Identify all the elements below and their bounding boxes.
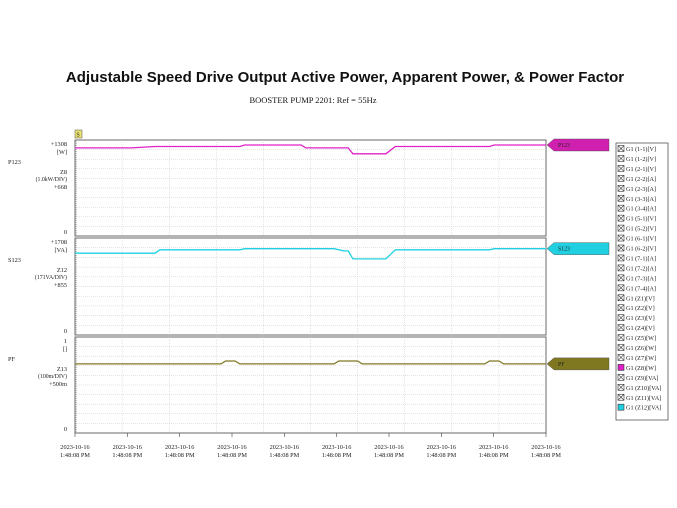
legend-item-label: G1 (3-3)[A] — [626, 196, 656, 203]
y-max-label: 1 — [64, 338, 67, 345]
legend-item-label: G1 (7-1)[A] — [626, 255, 656, 262]
y-axis-name: Z8 — [60, 169, 67, 176]
x-tick-time: 1:48:08 PM — [165, 452, 195, 459]
legend-item-label: G1 (6-1)[V] — [626, 236, 656, 243]
x-tick-time: 1:48:08 PM — [217, 452, 247, 459]
legend-item-label: G1 (5-1)[V] — [626, 216, 656, 223]
legend-item-label: G1 (Z12)[VA] — [626, 405, 661, 412]
y-axis-name: Z12 — [57, 267, 67, 274]
x-tick-time: 1:48:08 PM — [269, 452, 299, 459]
y-zero-label: 0 — [64, 229, 67, 236]
series-name-label: P123 — [8, 159, 21, 166]
chart-subtitle: BOOSTER PUMP 2201: Ref = 55Hz — [249, 95, 376, 105]
legend-item-label: G1 (Z4)[V] — [626, 325, 655, 332]
legend-item-label: G1 (Z2)[V] — [626, 305, 655, 312]
legend-item-label: G1 (1-1)[V] — [626, 146, 656, 153]
channel-legend[interactable]: G1 (1-1)[V] G1 (1-2)[V] G1 (2-1)[V] G1 (2-2… — [615, 142, 669, 421]
x-tick-date: 2023-10-16 — [374, 444, 403, 451]
y-unit-label: [W] — [57, 149, 67, 156]
legend-checkbox[interactable] — [617, 364, 625, 371]
x-tick-time: 1:48:08 PM — [479, 452, 509, 459]
y-zero-label: 0 — [64, 426, 67, 433]
x-tick-date: 2023-10-16 — [427, 444, 456, 451]
legend-item-label: G1 (Z11)[VA] — [626, 395, 661, 402]
legend-item-label: G1 (7-4)[A] — [626, 285, 656, 292]
legend-item-label: G1 (3-4)[A] — [626, 206, 656, 213]
x-axis-labels: 2023-10-161:48:08 PM2023-10-161:48:08 PM… — [60, 433, 561, 459]
series-name-label: PF — [8, 356, 16, 363]
chart-canvas: Adjustable Speed Drive Output Active Pow… — [8, 69, 669, 459]
legend-item-label: G1 (Z8)[W] — [626, 365, 656, 372]
series-end-flag-label: PF — [558, 362, 565, 368]
legend-item-label: G1 (6-2)[V] — [626, 246, 656, 253]
legend-item-label: G1 (Z1)[V] — [626, 295, 655, 302]
y-axis-scale: (1.0kW/DIV) — [36, 176, 67, 183]
x-tick-date: 2023-10-16 — [217, 444, 246, 451]
y-zero-label: 0 — [64, 328, 67, 335]
cursor-label: S — [77, 133, 80, 139]
panels: P123+1308[W]Z8(1.0kW/DIV)+6680S123+1708[… — [8, 139, 547, 434]
x-tick-date: 2023-10-16 — [60, 444, 89, 451]
x-tick-date: 2023-10-16 — [479, 444, 508, 451]
legend-item-label: G1 (Z6)[W] — [626, 345, 656, 352]
y-max-label: +1708 — [51, 239, 67, 246]
legend-checkbox[interactable] — [617, 403, 625, 411]
series-end-flag[interactable] — [546, 138, 610, 152]
legend-item-label: G1 (Z9)[VA] — [626, 375, 658, 382]
legend-item-label: G1 (7-3)[A] — [626, 275, 656, 282]
series-end-flag[interactable] — [546, 357, 610, 371]
legend-item-label: G1 (5-2)[V] — [626, 226, 656, 233]
y-mid-label: +500m — [49, 381, 67, 388]
x-tick-date: 2023-10-16 — [165, 444, 194, 451]
x-tick-time: 1:48:08 PM — [374, 452, 404, 459]
legend-item-label: G1 (Z10)[VA] — [626, 385, 661, 392]
x-tick-date: 2023-10-16 — [270, 444, 299, 451]
x-tick-date: 2023-10-16 — [531, 444, 560, 451]
legend-item-label: G1 (2-3)[A] — [626, 186, 656, 193]
series-end-flag-label: S123 — [558, 247, 570, 253]
y-axis-scale: (171VA/DIV) — [35, 274, 67, 281]
panel-1: P123 +1308[W] Z8(1.0kW/DIV)+668 0 — [8, 139, 547, 237]
x-tick-time: 1:48:08 PM — [112, 452, 142, 459]
y-axis-scale: (100m/DIV) — [38, 373, 67, 380]
panel-3: PF 1[] Z13(100m/DIV)+500m 0 — [8, 336, 547, 434]
legend-item-label: G1 (1-2)[V] — [626, 156, 656, 163]
x-tick-time: 1:48:08 PM — [322, 452, 352, 459]
y-mid-label: +855 — [54, 282, 67, 289]
chart-title: Adjustable Speed Drive Output Active Pow… — [66, 69, 624, 86]
x-tick-time: 1:48:08 PM — [60, 452, 90, 459]
y-axis-name: Z13 — [57, 366, 67, 373]
y-unit-label: [] — [63, 346, 67, 353]
legend-item-label: G1 (7-2)[A] — [626, 265, 656, 272]
legend-item-label: G1 (Z7)[W] — [626, 355, 656, 362]
x-tick-date: 2023-10-16 — [113, 444, 142, 451]
legend-item-label: G1 (2-1)[V] — [626, 166, 656, 173]
x-tick-date: 2023-10-16 — [322, 444, 351, 451]
x-tick-time: 1:48:08 PM — [426, 452, 456, 459]
series-end-flag[interactable] — [546, 242, 610, 255]
legend-item-label: G1 (Z5)[W] — [626, 335, 656, 342]
y-mid-label: +668 — [54, 184, 67, 191]
y-unit-label: [VA] — [55, 247, 67, 254]
x-tick-time: 1:48:08 PM — [531, 452, 561, 459]
series-name-label: S123 — [8, 257, 21, 264]
legend-item-label: G1 (2-2)[A] — [626, 176, 656, 183]
series-end-flag-label: P123 — [558, 143, 570, 149]
y-max-label: +1308 — [51, 141, 67, 148]
legend-item-label: G1 (Z3)[V] — [626, 315, 655, 322]
